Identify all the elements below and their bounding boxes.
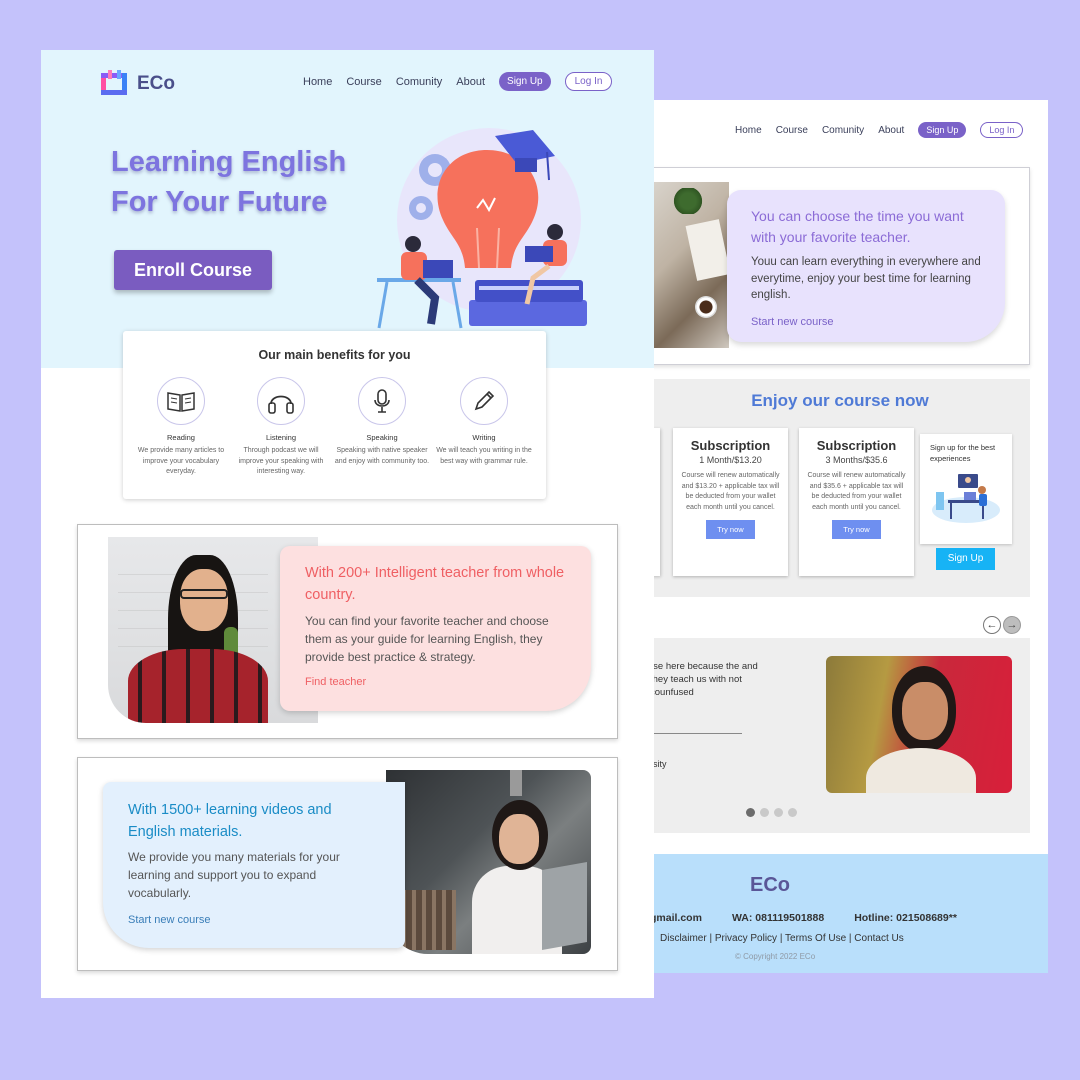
teacher-bubble: With 200+ Intelligent teacher from whole… bbox=[280, 546, 591, 711]
logo-mark-icon bbox=[99, 70, 129, 98]
benefit-desc: Through podcast we will improve your spe… bbox=[238, 447, 324, 475]
benefits-title: Our main benefits for you bbox=[258, 348, 411, 362]
main-nav: Home Course Comunity About Sign Up Log I… bbox=[303, 72, 613, 91]
footer: ECo gmail.com WA: 081119501888 Hotline: … bbox=[650, 854, 1048, 973]
subscription-desc: Course will renew automatically and $13.… bbox=[681, 472, 780, 511]
choose-time-title: You can choose the time you want with yo… bbox=[751, 208, 964, 245]
carousel-dot[interactable] bbox=[760, 808, 769, 817]
benefit-desc: Speaking with native speaker and enjoy w… bbox=[334, 447, 430, 465]
choose-time-text: Youu can learn everything in everywhere … bbox=[751, 256, 981, 301]
footer-email[interactable]: gmail.com bbox=[650, 912, 702, 924]
signup-promo-card: Sign up for the best experiences bbox=[920, 434, 1012, 544]
carousel-arrows: ← → bbox=[983, 616, 1021, 634]
teacher-text: You can find your favorite teacher and c… bbox=[305, 614, 549, 664]
student-photo bbox=[826, 656, 1012, 793]
footer-brand: ECo bbox=[750, 874, 790, 896]
benefit-desc: We provide many articles to improve your… bbox=[137, 447, 225, 475]
videos-text: We provide you many materials for your l… bbox=[128, 850, 340, 900]
front-page: ECo Home Course Comunity About Sign Up L… bbox=[41, 50, 654, 998]
carousel-dot-active[interactable] bbox=[746, 808, 755, 817]
try-now-button[interactable]: Try now bbox=[832, 520, 881, 540]
pencil-icon bbox=[460, 377, 508, 425]
subscription-price: 1 Month/$13.20 bbox=[699, 455, 762, 465]
headphones-icon bbox=[257, 377, 305, 425]
benefit-label: Writing bbox=[472, 433, 496, 442]
pricing-title: Enjoy our course now bbox=[751, 391, 929, 410]
arrow-right-icon[interactable]: → bbox=[1003, 616, 1021, 634]
login-button[interactable]: Log In bbox=[980, 122, 1024, 138]
signup-button[interactable]: Sign Up bbox=[499, 72, 551, 91]
subscription-card: Subscription 1 Month/$13.20 Course will … bbox=[673, 428, 788, 576]
nav-home[interactable]: Home bbox=[303, 76, 332, 88]
promo-text: Sign up for the best experiences bbox=[930, 443, 996, 463]
teacher-card: With 200+ Intelligent teacher from whole… bbox=[77, 524, 618, 739]
testimonial-section: rse here because the and they teach us w… bbox=[650, 638, 1030, 833]
start-course-link[interactable]: Start new course bbox=[751, 316, 981, 328]
hero-title-line2: For Your Future bbox=[111, 186, 328, 218]
subscription-price: 3 Months/$35.6 bbox=[825, 455, 888, 465]
subscription-card: Subscription 3 Months/$35.6 Course will … bbox=[799, 428, 914, 576]
subscription-desc: Course will renew automatically and $35.… bbox=[807, 472, 906, 511]
testimonial-quote: rse here because the and they teach us w… bbox=[650, 661, 758, 698]
book-icon bbox=[157, 377, 205, 425]
microphone-icon bbox=[358, 377, 406, 425]
nav-community[interactable]: Comunity bbox=[822, 125, 864, 136]
nav-community[interactable]: Comunity bbox=[396, 76, 442, 88]
back-page: Home Course Comunity About Sign Up Log I… bbox=[620, 100, 1048, 973]
benefit-desc: We will teach you writing in the best wa… bbox=[436, 447, 532, 465]
subscription-title: Subscription bbox=[816, 438, 897, 453]
carousel-dots bbox=[746, 808, 797, 817]
promo-signup-button[interactable]: Sign Up bbox=[936, 548, 995, 570]
nav-about[interactable]: About bbox=[878, 125, 904, 136]
teacher-title: With 200+ Intelligent teacher from whole… bbox=[305, 565, 565, 603]
signup-button[interactable]: Sign Up bbox=[918, 122, 967, 138]
try-now-button[interactable]: Try now bbox=[706, 520, 755, 540]
pricing-section: Enjoy our course now Subscription 1 Mont… bbox=[650, 379, 1030, 597]
nav-course[interactable]: Course bbox=[346, 76, 381, 88]
benefit-label: Speaking bbox=[366, 433, 398, 442]
find-teacher-link[interactable]: Find teacher bbox=[305, 676, 566, 688]
nav-home[interactable]: Home bbox=[735, 125, 762, 136]
student-phone-photo bbox=[386, 770, 591, 954]
hero-title: Learning English For Your Future bbox=[111, 142, 346, 222]
videos-card: With 1500+ learning videos and English m… bbox=[77, 757, 618, 971]
footer-links[interactable]: Disclaimer | Privacy Policy | Terms Of U… bbox=[660, 933, 904, 944]
login-button[interactable]: Log In bbox=[564, 72, 613, 91]
carousel-dot[interactable] bbox=[788, 808, 797, 817]
hero-title-line1: Learning English bbox=[111, 146, 347, 178]
footer-copyright: © Copyright 2022 ECo bbox=[735, 952, 816, 961]
footer-contact: gmail.com WA: 081119501888 Hotline: 0215… bbox=[650, 912, 957, 924]
nav-course[interactable]: Course bbox=[776, 125, 808, 136]
enroll-course-button[interactable]: Enroll Course bbox=[114, 250, 272, 290]
online-class-illustration bbox=[932, 474, 1000, 523]
logo[interactable]: ECo bbox=[99, 70, 175, 98]
nav-about[interactable]: About bbox=[456, 76, 485, 88]
footer-wa: WA: 081119501888 bbox=[731, 912, 825, 924]
subscription-title: Subscription bbox=[690, 438, 771, 453]
carousel-dot[interactable] bbox=[774, 808, 783, 817]
videos-title: With 1500+ learning videos and English m… bbox=[128, 802, 332, 840]
footer-hotline: Hotline: 021508689** bbox=[854, 912, 957, 924]
desk-photo bbox=[651, 182, 731, 348]
videos-bubble: With 1500+ learning videos and English m… bbox=[103, 782, 405, 948]
brand-name: ECo bbox=[137, 73, 175, 94]
choose-time-card: You can choose the time you want with yo… bbox=[650, 167, 1030, 365]
benefit-listening: Listening Through podcast we will improv… bbox=[231, 377, 331, 478]
benefit-label: Listening bbox=[265, 433, 297, 442]
choose-time-bubble: You can choose the time you want with yo… bbox=[727, 190, 1005, 342]
lightbulb-learning-illustration bbox=[377, 128, 587, 329]
benefit-reading: Reading We provide many articles to impr… bbox=[131, 377, 231, 478]
back-nav: Home Course Comunity About Sign Up Log I… bbox=[735, 122, 1024, 138]
arrow-left-icon[interactable]: ← bbox=[983, 616, 1001, 634]
benefits-card: Our main benefits for you Reading We pro… bbox=[123, 331, 546, 499]
start-course-link[interactable]: Start new course bbox=[128, 914, 380, 926]
hero-section: ECo Home Course Comunity About Sign Up L… bbox=[41, 50, 654, 368]
benefit-writing: Writing We will teach you writing in the… bbox=[434, 377, 534, 467]
benefit-speaking: Speaking Speaking with native speaker an… bbox=[332, 377, 432, 467]
divider bbox=[650, 733, 742, 734]
benefit-label: Reading bbox=[167, 433, 195, 442]
